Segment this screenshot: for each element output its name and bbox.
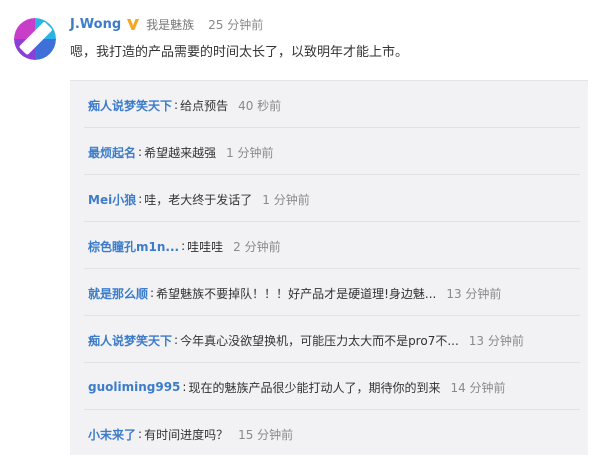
comment-separator: : <box>138 192 143 206</box>
comment-divider <box>84 221 580 222</box>
comment-user-link[interactable]: 痴人说梦笑天下 <box>88 332 172 349</box>
comment-time: 1 分钟前 <box>226 145 274 160</box>
comment-divider <box>84 174 580 175</box>
comment-separator: : <box>181 239 186 253</box>
comment-user-link[interactable]: 最烦起名 <box>88 144 136 161</box>
comment-separator: : <box>174 98 179 112</box>
comment-user-link[interactable]: guoliming995 <box>88 380 180 394</box>
comment-separator: : <box>174 333 179 347</box>
comment-time: 15 分钟前 <box>238 427 294 442</box>
comment-separator: : <box>150 286 155 300</box>
comment-time: 1 分钟前 <box>262 192 310 207</box>
comment-item: guoliming995 : 现在的魅族产品很少能打动人了，期待你的到来 14 … <box>88 377 506 397</box>
meizu-avatar-icon[interactable] <box>14 18 56 60</box>
post-text: 嗯，我打造的产品需要的时间太长了，以致明年才能上市。 <box>70 45 409 60</box>
verified-v-icon <box>126 17 140 31</box>
comment-divider <box>84 315 580 316</box>
comment-item: 痴人说梦笑天下 : 给点预告 40 秒前 <box>88 95 281 115</box>
comment-item: 小末来了 : 有时间进度吗？ 15 分钟前 <box>88 424 293 444</box>
comment-text: 现在的魅族产品很少能打动人了，期待你的到来 <box>188 380 441 395</box>
comment-user-link[interactable]: Mei小狼 <box>88 191 136 208</box>
comment-text: 哇，老大终于发话了 <box>144 192 253 207</box>
comment-text: 给点预告 <box>180 98 229 113</box>
comment-divider <box>84 127 580 128</box>
comment-time: 14 分钟前 <box>450 380 506 395</box>
author-name-link[interactable]: J.Wong <box>70 17 121 32</box>
weibo-post: J.Wong 我是魅族 25 分钟前 嗯，我打造的产品需要的时间太长了，以致明年… <box>0 0 600 460</box>
comment-user-link[interactable]: 棕色瞳孔m1n... <box>88 238 179 255</box>
post-header: J.Wong 我是魅族 25 分钟前 <box>70 14 263 34</box>
comment-list: 痴人说梦笑天下 : 给点预告 40 秒前 最烦起名 : 希望越来越强 1 分钟前… <box>70 80 588 455</box>
comment-time: 13 分钟前 <box>446 286 502 301</box>
comment-item: 最烦起名 : 希望越来越强 1 分钟前 <box>88 142 274 162</box>
comment-time: 13 分钟前 <box>468 333 524 348</box>
comment-item: 就是那么顺 : 希望魅族不要掉队！！！好产品才是硬道理!身边魅... 13 分钟… <box>88 283 501 303</box>
comment-divider <box>84 409 580 410</box>
comment-text: 今年真心没欲望换机，可能压力太大而不是pro7不... <box>180 333 459 348</box>
comment-item: 棕色瞳孔m1n... : 哇哇哇 2 分钟前 <box>88 236 281 256</box>
comment-user-link[interactable]: 小末来了 <box>88 426 136 443</box>
comment-text: 有时间进度吗？ <box>144 427 229 442</box>
comment-divider <box>84 268 580 269</box>
comment-separator: : <box>138 145 143 159</box>
comment-time: 40 秒前 <box>238 98 282 113</box>
comment-user-link[interactable]: 痴人说梦笑天下 <box>88 97 172 114</box>
comment-user-link[interactable]: 就是那么顺 <box>88 285 148 302</box>
comment-separator: : <box>138 427 143 441</box>
comment-separator: : <box>182 380 187 394</box>
comment-text: 哇哇哇 <box>187 239 224 254</box>
comment-text: 希望越来越强 <box>144 145 217 160</box>
comment-time: 2 分钟前 <box>233 239 281 254</box>
comment-item: Mei小狼 : 哇，老大终于发话了 1 分钟前 <box>88 189 310 209</box>
comment-item: 痴人说梦笑天下 : 今年真心没欲望换机，可能压力太大而不是pro7不... 13… <box>88 330 524 350</box>
comment-divider <box>84 362 580 363</box>
comment-text: 希望魅族不要掉队！！！好产品才是硬道理!身边魅... <box>156 286 437 301</box>
post-timestamp[interactable]: 25 分钟前 <box>208 16 263 33</box>
author-description: 我是魅族 <box>146 17 195 32</box>
